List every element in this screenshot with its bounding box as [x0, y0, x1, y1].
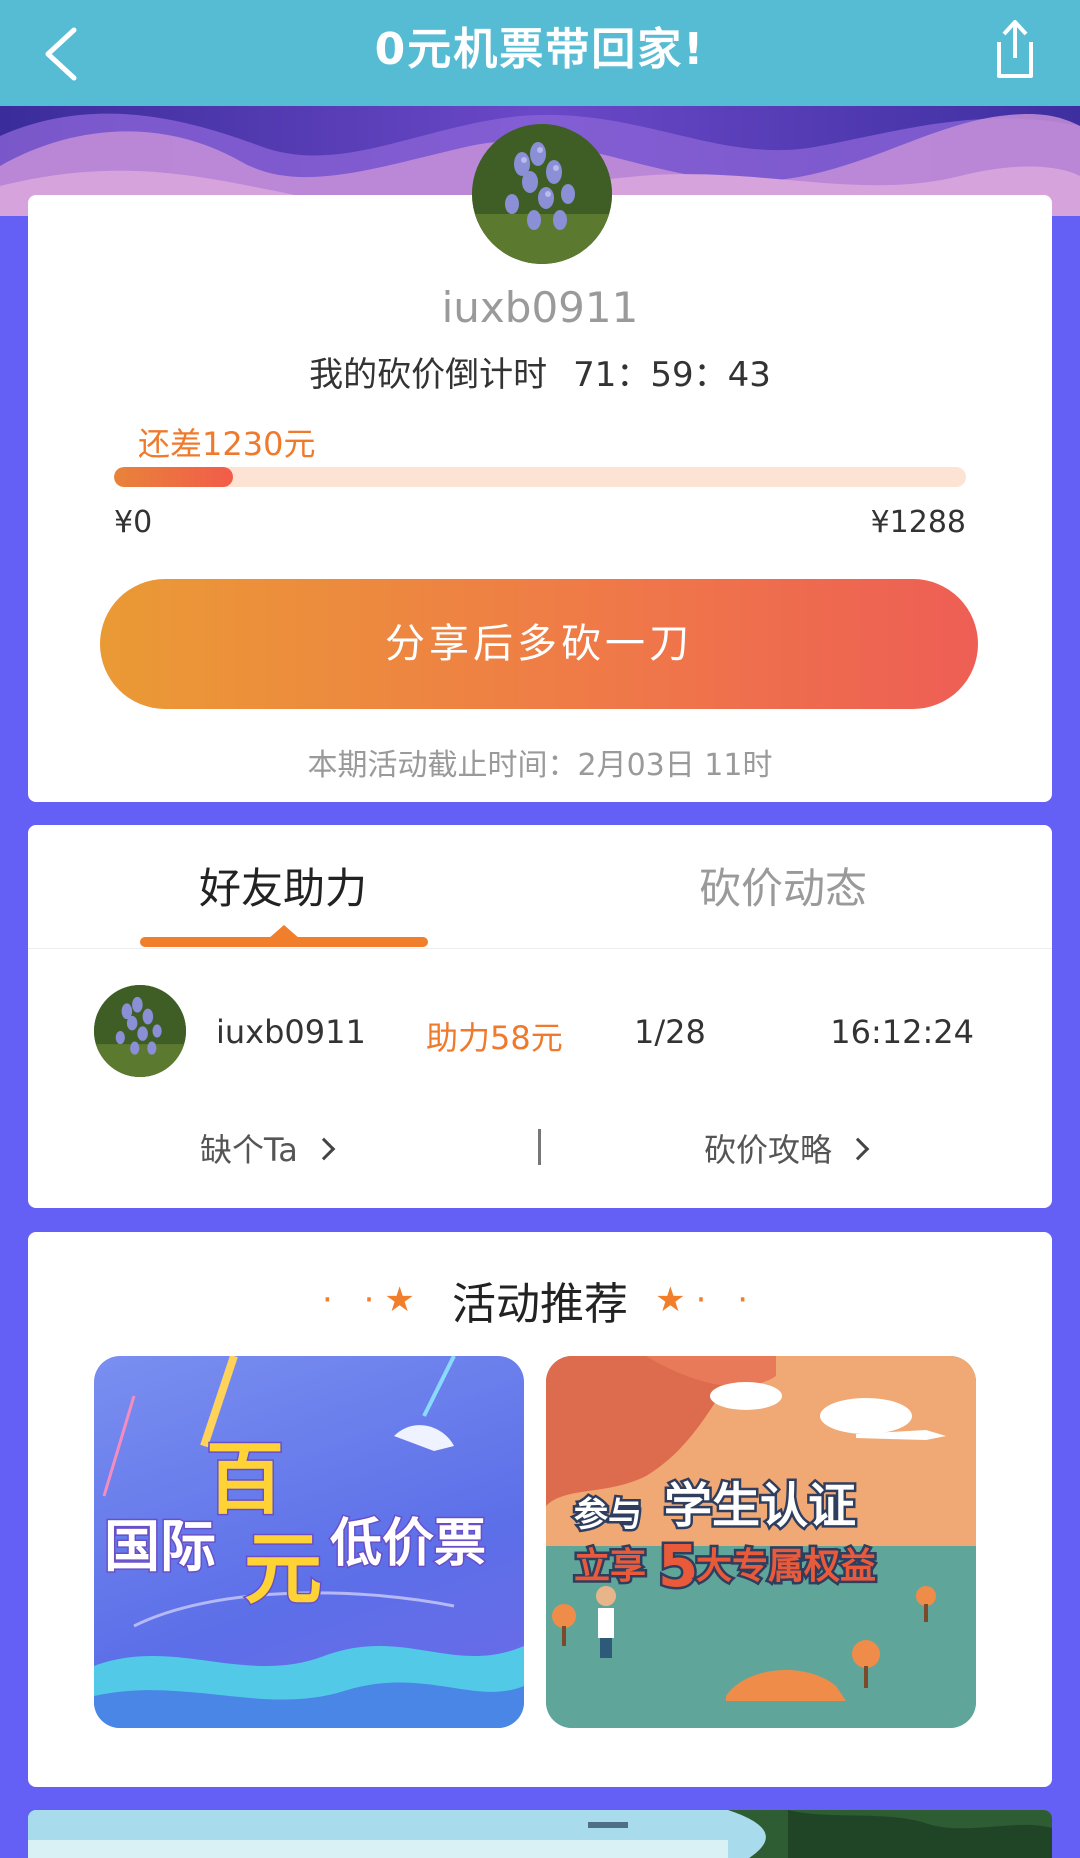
section-header: · · ★ 活动推荐 ★ · ·: [28, 1268, 1052, 1330]
price-min: ¥0: [114, 505, 153, 540]
bargain-guide-link[interactable]: 砍价攻略: [704, 1125, 870, 1171]
promo-text-big1: 百: [206, 1435, 284, 1525]
promo-text-line1: 国际: [104, 1515, 216, 1580]
recommend-card: · · ★ 活动推荐 ★ · · 国际 百 元 低价票 参与 学生认证 立享 5…: [28, 1232, 1052, 1787]
bottom-banner[interactable]: [28, 1810, 1052, 1858]
star-icon: ★: [655, 1280, 696, 1320]
share-icon[interactable]: [980, 14, 1050, 84]
bargain-card: iuxb0911 我的砍价倒计时 71：59：43 还差1230元 ¥0 ¥128…: [28, 195, 1052, 802]
countdown: 我的砍价倒计时 71：59：43: [28, 347, 1052, 396]
progress-bar: [114, 467, 966, 487]
price-max: ¥1288: [870, 505, 966, 540]
divider: [538, 1129, 541, 1165]
page-title: 0元机票带回家!: [374, 24, 706, 75]
progress-fill: [114, 467, 234, 487]
helper-time: 16:12:24: [830, 1013, 974, 1051]
chevron-right-icon: [312, 1137, 336, 1161]
promo-text-num: 5: [658, 1532, 698, 1600]
avatar: [472, 124, 612, 264]
promo-illustration: 参与 学生认证 立享 5 大专属权益: [546, 1356, 976, 1728]
helper-rank: 1/28: [634, 1013, 706, 1051]
star-icon: ★: [384, 1280, 425, 1320]
promo-text-line2: 低价票: [330, 1514, 486, 1574]
beach-image: [28, 1810, 1052, 1858]
promo-banner-international-flights[interactable]: 国际 百 元 低价票: [94, 1356, 524, 1728]
promo-illustration: 国际 百 元 低价票: [94, 1356, 524, 1728]
promo-text-prefix: 参与: [574, 1495, 642, 1535]
chevron-right-icon: [846, 1137, 870, 1161]
helper-name: iuxb0911: [216, 1013, 366, 1051]
share-bargain-button[interactable]: 分享后多砍一刀: [100, 579, 978, 709]
divider: [28, 948, 1052, 949]
tab-friends-help[interactable]: 好友助力: [138, 855, 428, 916]
remaining-amount: 还差1230元: [138, 425, 316, 463]
dots-decoration: · ·: [695, 1280, 759, 1320]
section-title: 活动推荐: [452, 1279, 628, 1330]
promo-text-big2: 元: [244, 1525, 322, 1615]
dots-decoration: · ·: [321, 1280, 385, 1320]
deadline-text: 本期活动截止时间：2月03日 11时: [307, 748, 773, 783]
promo-text-main: 学生认证: [664, 1478, 856, 1534]
bargain-guide-label: 砍价攻略: [704, 1131, 833, 1169]
missing-friend-label: 缺个Ta: [200, 1131, 298, 1169]
missing-friend-link[interactable]: 缺个Ta: [200, 1125, 336, 1171]
promo-text-line2b: 大专属权益: [696, 1546, 876, 1587]
promo-banner-student-verification[interactable]: 参与 学生认证 立享 5 大专属权益: [546, 1356, 976, 1728]
helper-amount: 助力58元: [426, 1019, 563, 1057]
username: iuxb0911: [441, 283, 639, 332]
avatar: [94, 985, 186, 1077]
countdown-label: 我的砍价倒计时: [309, 355, 548, 395]
promo-text-line2a: 立享: [574, 1546, 646, 1587]
tab-bargain-activity[interactable]: 砍价动态: [638, 855, 928, 916]
tab-indicator: [140, 937, 428, 947]
list-item: iuxb0911 助力58元 1/28 16:12:24: [28, 985, 1052, 1079]
nav-bar: 0元机票带回家!: [0, 0, 1080, 106]
action-links: 缺个Ta 砍价攻略: [28, 1125, 1052, 1175]
friends-help-card: 好友助力 砍价动态 iuxb0911 助力58元 1/28 16:12:24 缺…: [28, 825, 1052, 1208]
countdown-time: 71：59：43: [573, 355, 771, 395]
